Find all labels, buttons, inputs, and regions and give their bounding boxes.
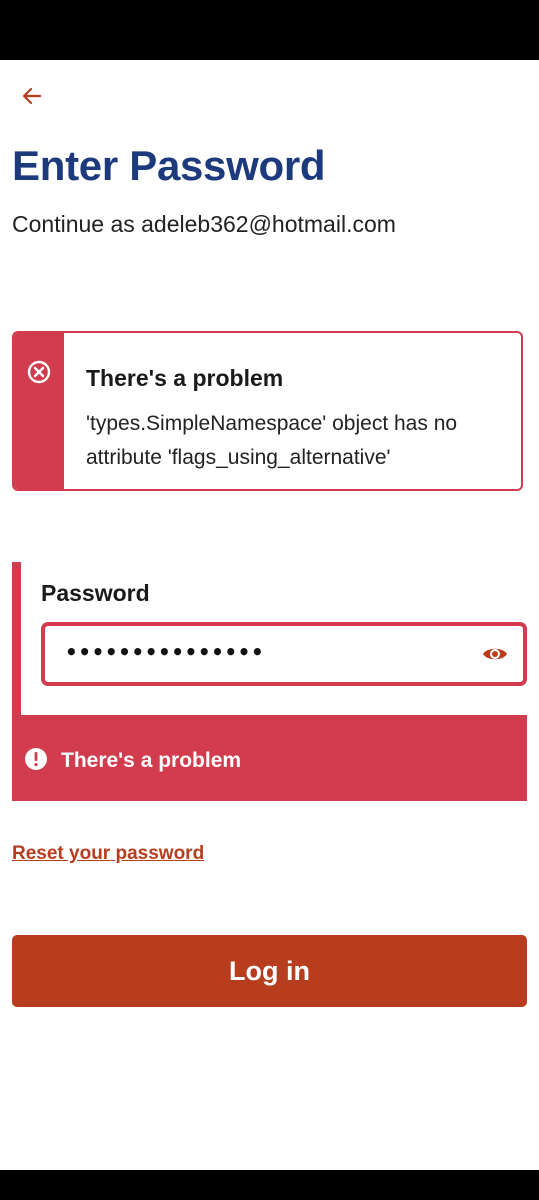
error-stripe — [12, 562, 21, 715]
password-field-group: Password ••••••••••••••• — [12, 562, 527, 715]
arrow-left-icon — [22, 87, 42, 105]
reset-password-link[interactable]: Reset your password — [12, 843, 204, 865]
error-summary: There's a problem 'types.SimpleNamespace… — [12, 331, 523, 491]
eye-icon — [483, 648, 507, 660]
error-summary-message: 'types.SimpleNamespace' object has no at… — [86, 412, 458, 469]
password-input-wrapper[interactable]: ••••••••••••••• — [41, 622, 527, 686]
field-error-text: There's a problem — [61, 749, 242, 772]
exclamation-circle-icon — [25, 748, 47, 770]
error-summary-heading: There's a problem — [86, 365, 284, 391]
login-button[interactable]: Log in — [12, 935, 527, 1007]
x-circle-icon — [27, 360, 51, 384]
navigation-bar — [0, 1170, 539, 1200]
password-input[interactable] — [63, 626, 443, 682]
status-bar — [0, 0, 539, 60]
page-title: Enter Password — [12, 142, 326, 189]
show-password-button[interactable] — [477, 638, 513, 670]
password-label: Password — [41, 580, 150, 606]
back-button[interactable] — [14, 78, 50, 114]
login-screen: Enter Password Continue as adeleb362@hot… — [0, 0, 539, 1200]
error-summary-stripe — [14, 333, 64, 489]
field-error-banner: There's a problem — [12, 715, 527, 801]
account-subtitle: Continue as adeleb362@hotmail.com — [12, 211, 396, 237]
